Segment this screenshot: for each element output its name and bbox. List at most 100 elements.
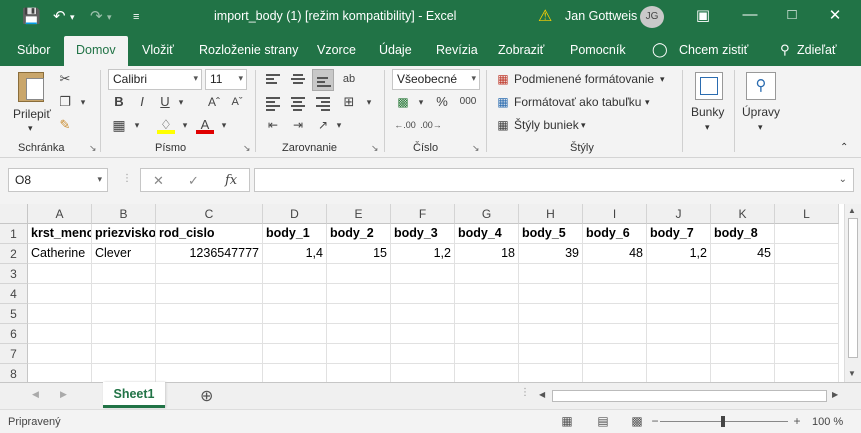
cell-b7[interactable] bbox=[92, 344, 156, 364]
row-header-1[interactable]: 1 bbox=[0, 224, 28, 244]
column-header-c[interactable]: C bbox=[156, 204, 263, 224]
cell-i3[interactable] bbox=[583, 264, 647, 284]
fill-color-icon[interactable]: ♢ bbox=[157, 116, 175, 134]
cell-c1[interactable]: rod_cislo bbox=[156, 224, 263, 244]
cell-g5[interactable] bbox=[455, 304, 519, 324]
customize-qat-icon[interactable]: ≡ bbox=[133, 7, 139, 27]
collapse-ribbon-icon[interactable]: ⌃ bbox=[840, 142, 848, 153]
sheet-tab[interactable]: Sheet1 bbox=[103, 382, 165, 408]
align-bottom-button[interactable] bbox=[312, 69, 334, 91]
formula-input[interactable]: ⌄ bbox=[254, 168, 854, 192]
font-name-select[interactable]: Calibri ▾ bbox=[108, 69, 202, 90]
next-sheet-icon[interactable]: ▶ bbox=[60, 389, 67, 400]
tab-page-layout[interactable]: Rozloženie strany bbox=[199, 43, 298, 57]
increase-indent-icon[interactable]: ⇥ bbox=[289, 116, 307, 134]
percent-icon[interactable]: % bbox=[433, 93, 451, 111]
cell-h3[interactable] bbox=[519, 264, 583, 284]
column-header-b[interactable]: B bbox=[92, 204, 156, 224]
cell-g8[interactable] bbox=[455, 364, 519, 382]
cell-e3[interactable] bbox=[327, 264, 391, 284]
vertical-scrollbar[interactable]: ▲ ▼ bbox=[844, 204, 861, 382]
align-center-icon[interactable] bbox=[291, 97, 305, 111]
clipboard-launcher-icon[interactable]: ↘ bbox=[89, 143, 97, 154]
zoom-in-icon[interactable]: + bbox=[789, 414, 805, 428]
select-all-corner[interactable] bbox=[0, 204, 28, 224]
add-sheet-icon[interactable]: ⊕ bbox=[200, 386, 213, 406]
currency-icon[interactable]: ▩ bbox=[394, 93, 412, 111]
cell-a3[interactable] bbox=[28, 264, 92, 284]
page-break-view-icon[interactable]: ▩ bbox=[629, 414, 645, 428]
cell-e1[interactable]: body_2 bbox=[327, 224, 391, 244]
tab-formulas[interactable]: Vzorce bbox=[317, 43, 356, 57]
number-format-select[interactable]: Všeobecné ▾ bbox=[392, 69, 480, 90]
cell-b1[interactable]: priezvisko bbox=[92, 224, 156, 244]
thousands-separator-icon[interactable]: 000 bbox=[456, 93, 480, 111]
chevron-down-icon[interactable]: ▾ bbox=[581, 120, 586, 131]
orientation-dropdown-icon[interactable]: ▾ bbox=[330, 116, 348, 134]
align-middle-icon[interactable] bbox=[291, 74, 305, 86]
search-icon[interactable]: ⚲ bbox=[746, 72, 776, 100]
cell-j4[interactable] bbox=[647, 284, 711, 304]
cell-c2[interactable]: 1236547777 bbox=[156, 244, 263, 264]
cell-k5[interactable] bbox=[711, 304, 775, 324]
tell-me-search[interactable]: Chcem zistiť bbox=[679, 43, 748, 57]
cell-l8[interactable] bbox=[775, 364, 839, 382]
cell-l1[interactable] bbox=[775, 224, 839, 244]
row-header-4[interactable]: 4 bbox=[0, 284, 28, 304]
align-top-icon[interactable] bbox=[266, 74, 280, 86]
scroll-thumb[interactable] bbox=[848, 218, 858, 358]
align-left-icon[interactable] bbox=[266, 97, 280, 111]
cell-b2[interactable]: Clever bbox=[92, 244, 156, 264]
column-header-l[interactable]: L bbox=[775, 204, 839, 224]
cell-i1[interactable]: body_6 bbox=[583, 224, 647, 244]
borders-icon[interactable]: ▦ bbox=[110, 116, 128, 134]
cell-d1[interactable]: body_1 bbox=[263, 224, 327, 244]
cell-f6[interactable] bbox=[391, 324, 455, 344]
cell-g3[interactable] bbox=[455, 264, 519, 284]
editing-dropdown-icon[interactable]: ▾ bbox=[758, 122, 763, 133]
italic-icon[interactable]: I bbox=[133, 93, 151, 111]
fill-color-dropdown-icon[interactable]: ▾ bbox=[176, 116, 194, 134]
tab-view[interactable]: Zobraziť bbox=[498, 43, 544, 57]
tab-help[interactable]: Pomocník bbox=[570, 43, 626, 57]
zoom-level[interactable]: 100 % bbox=[812, 416, 843, 428]
merge-dropdown-icon[interactable]: ▾ bbox=[360, 93, 378, 111]
page-layout-view-icon[interactable]: ▤ bbox=[595, 414, 611, 428]
format-as-table-button[interactable]: Formátovať ako tabuľku bbox=[514, 95, 641, 109]
save-icon[interactable]: 💾 bbox=[22, 7, 41, 27]
tab-home[interactable]: Domov bbox=[64, 36, 128, 66]
copy-dropdown-icon[interactable]: ▾ bbox=[74, 93, 92, 111]
cell-j1[interactable]: body_7 bbox=[647, 224, 711, 244]
cell-j6[interactable] bbox=[647, 324, 711, 344]
cell-a5[interactable] bbox=[28, 304, 92, 324]
cell-g1[interactable]: body_4 bbox=[455, 224, 519, 244]
cell-g2[interactable]: 18 bbox=[455, 244, 519, 264]
row-header-2[interactable]: 2 bbox=[0, 244, 28, 264]
tab-data[interactable]: Údaje bbox=[379, 43, 412, 57]
currency-dropdown-icon[interactable]: ▾ bbox=[412, 93, 430, 111]
cell-a4[interactable] bbox=[28, 284, 92, 304]
cell-h4[interactable] bbox=[519, 284, 583, 304]
cell-k6[interactable] bbox=[711, 324, 775, 344]
editing-button[interactable]: Úpravy bbox=[742, 105, 780, 119]
cell-l4[interactable] bbox=[775, 284, 839, 304]
minimize-icon[interactable]: — bbox=[735, 6, 765, 23]
ribbon-display-icon[interactable]: ▣ bbox=[688, 6, 718, 24]
column-header-f[interactable]: F bbox=[391, 204, 455, 224]
cell-k1[interactable]: body_8 bbox=[711, 224, 775, 244]
row-header-7[interactable]: 7 bbox=[0, 344, 28, 364]
cell-f8[interactable] bbox=[391, 364, 455, 382]
row-header-6[interactable]: 6 bbox=[0, 324, 28, 344]
cell-d5[interactable] bbox=[263, 304, 327, 324]
cell-e2[interactable]: 15 bbox=[327, 244, 391, 264]
column-header-k[interactable]: K bbox=[711, 204, 775, 224]
cell-c5[interactable] bbox=[156, 304, 263, 324]
cell-h1[interactable]: body_5 bbox=[519, 224, 583, 244]
undo-dropdown-icon[interactable]: ▾ bbox=[70, 7, 75, 27]
close-icon[interactable]: ✕ bbox=[820, 6, 850, 24]
cell-f5[interactable] bbox=[391, 304, 455, 324]
tab-insert[interactable]: Vložiť bbox=[142, 43, 174, 57]
expand-formula-icon[interactable]: ⌄ bbox=[839, 174, 847, 185]
format-painter-icon[interactable]: ✎ bbox=[56, 116, 74, 134]
column-header-g[interactable]: G bbox=[455, 204, 519, 224]
